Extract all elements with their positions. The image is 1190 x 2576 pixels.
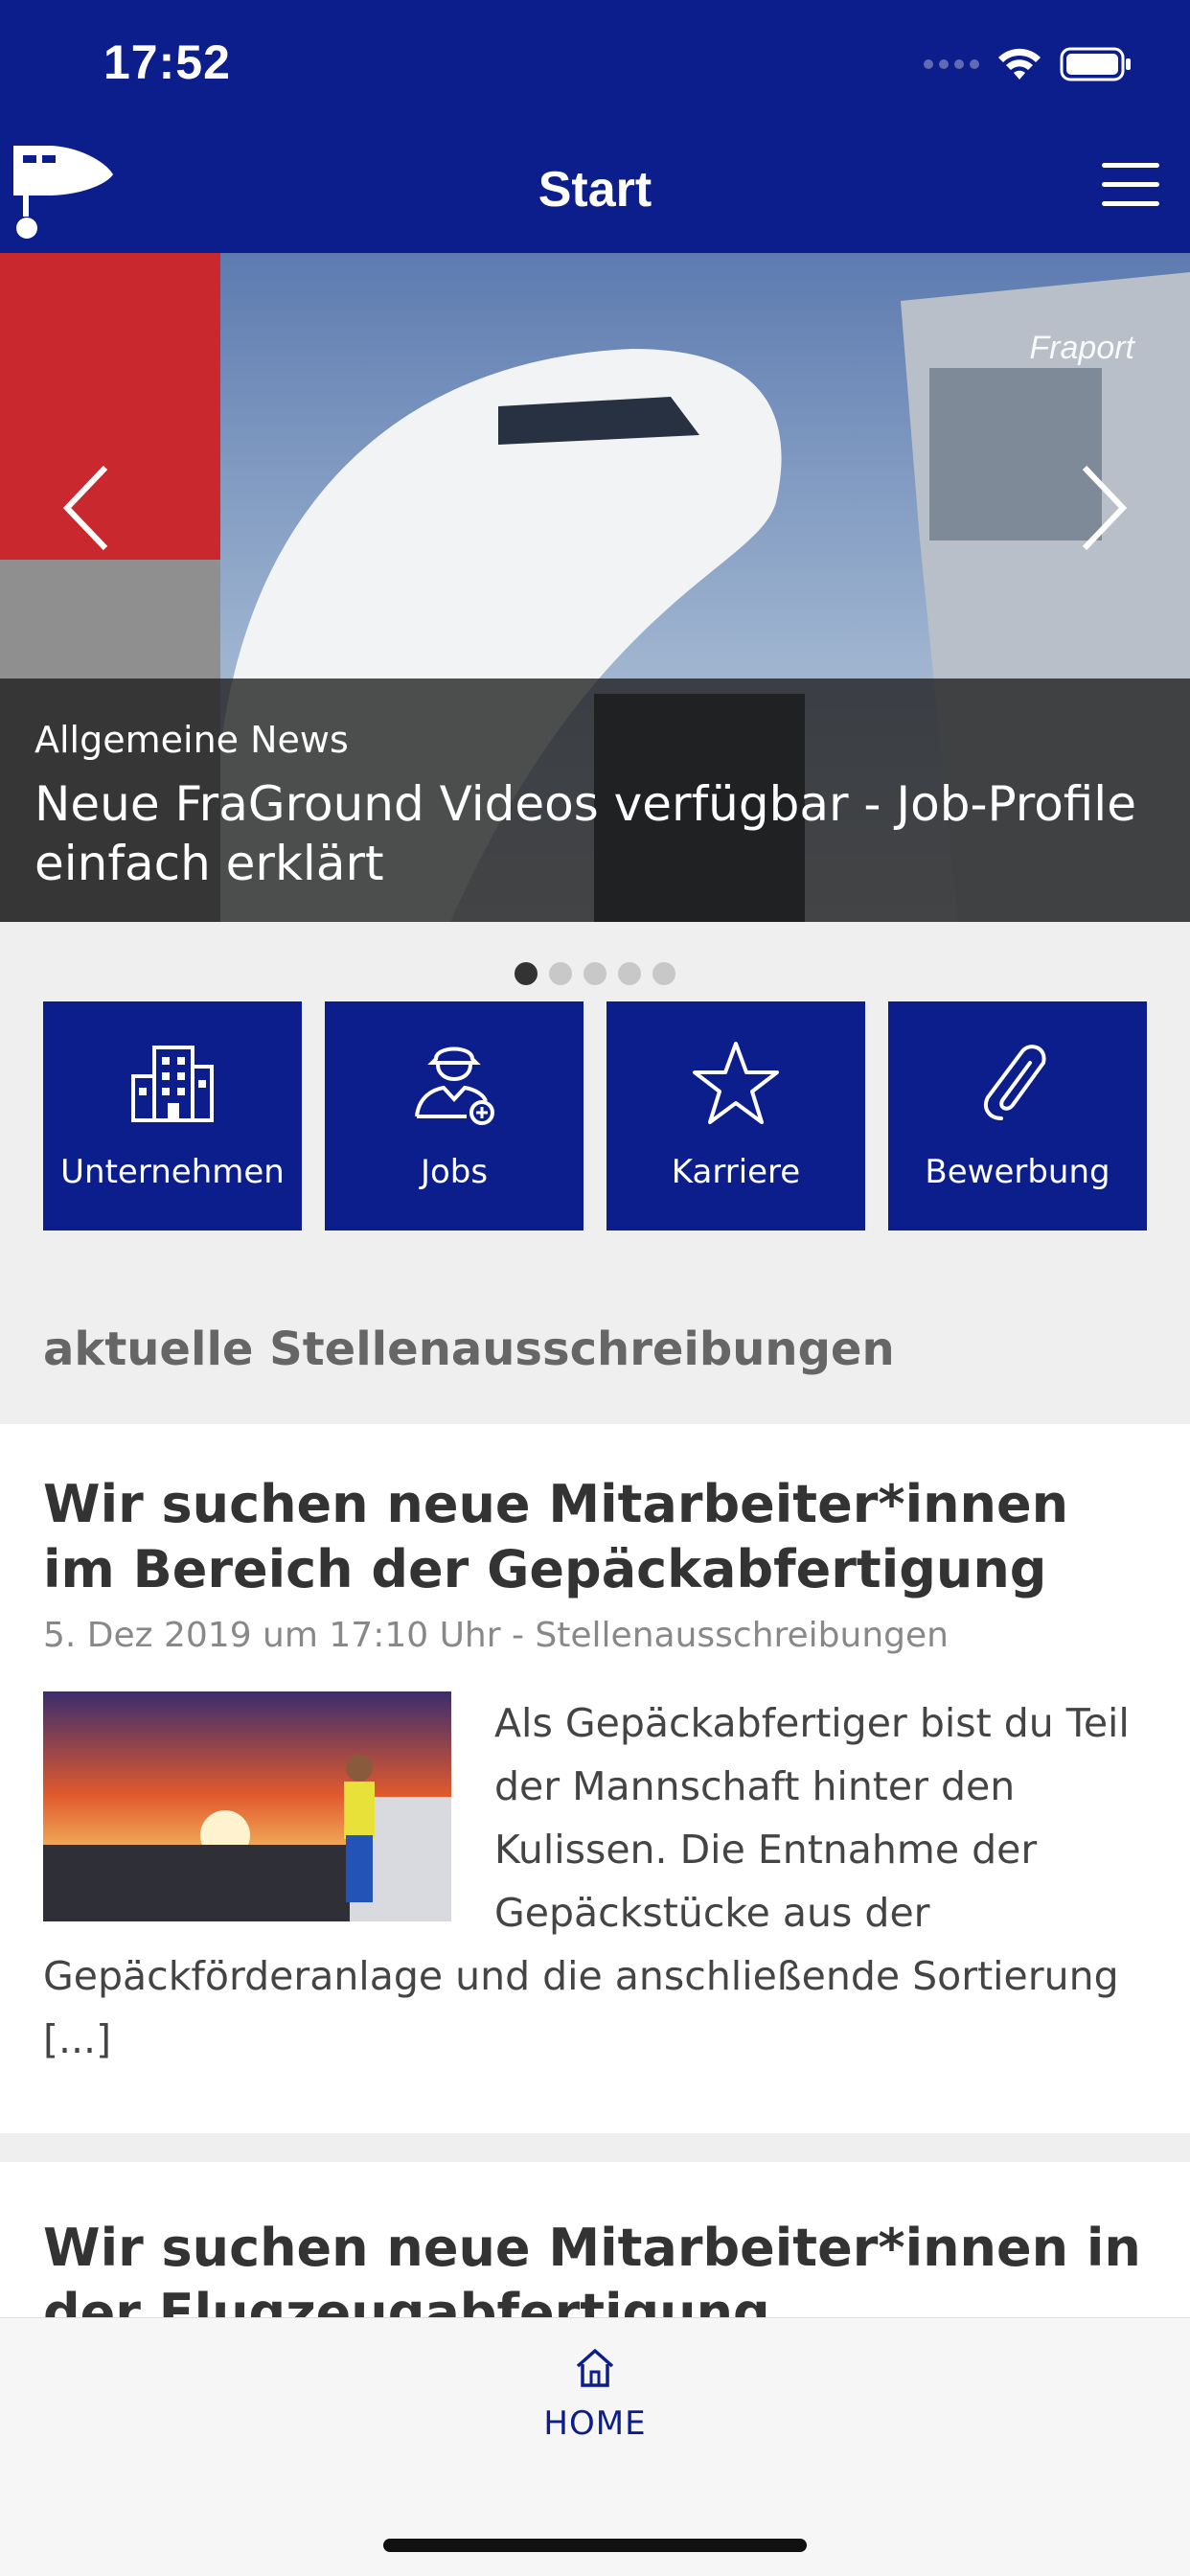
article-meta: 5. Dez 2019 um 17:10 Uhr - Stellenaussch… bbox=[43, 1616, 949, 1655]
article-title[interactable]: Wir suchen neue Mitarbeiter*innen im Ber… bbox=[43, 1472, 1147, 1602]
carousel-prev-button[interactable] bbox=[57, 460, 115, 556]
tile-unternehmen[interactable]: Unternehmen bbox=[43, 1001, 302, 1230]
carousel-next-button[interactable] bbox=[1075, 460, 1133, 556]
tile-bewerbung[interactable]: Bewerbung bbox=[888, 1001, 1147, 1230]
status-indicators bbox=[924, 42, 1133, 86]
building-icon bbox=[131, 1046, 214, 1122]
fraport-watermark: Fraport bbox=[1029, 330, 1134, 366]
status-time: 17:52 bbox=[103, 35, 231, 89]
section-heading: aktuelle Stellenausschreibungen bbox=[43, 1322, 895, 1376]
paperclip-icon bbox=[983, 1045, 1046, 1120]
home-icon bbox=[576, 2349, 614, 2387]
page-title: Start bbox=[538, 162, 652, 218]
tile-jobs[interactable]: Jobs bbox=[325, 1001, 584, 1230]
article-thumbnail[interactable] bbox=[43, 1691, 451, 1921]
battery-icon bbox=[1060, 46, 1133, 82]
tile-label: Unternehmen bbox=[60, 1153, 285, 1191]
carousel-dot[interactable] bbox=[515, 962, 538, 985]
hero-category: Allgemeine News bbox=[34, 719, 349, 761]
tile-karriere[interactable]: Karriere bbox=[606, 1001, 865, 1230]
hero-caption[interactable]: Allgemeine News Neue FraGround Videos ve… bbox=[0, 678, 1190, 922]
carousel-dot[interactable] bbox=[652, 962, 675, 985]
news-carousel[interactable]: Fraport Allgemeine News Neue FraGround V… bbox=[0, 253, 1190, 922]
tile-label: Bewerbung bbox=[925, 1153, 1110, 1191]
carousel-dot[interactable] bbox=[618, 962, 641, 985]
worker-icon bbox=[415, 1046, 494, 1125]
quick-links: Unternehmen Jobs Karriere Bewerbung bbox=[43, 1001, 1147, 1230]
top-bar: 17:52 Start bbox=[0, 0, 1190, 253]
hero-title: Neue FraGround Videos verfügbar - Job-Pr… bbox=[34, 776, 1136, 891]
cellular-signal-icon bbox=[924, 59, 979, 69]
tab-home-label: HOME bbox=[543, 2404, 647, 2443]
carousel-dot[interactable] bbox=[549, 962, 572, 985]
home-indicator[interactable] bbox=[383, 2539, 807, 2552]
wifi-icon bbox=[996, 47, 1042, 81]
bottom-tab-bar: HOME bbox=[0, 2317, 1190, 2576]
tile-label: Jobs bbox=[420, 1153, 489, 1191]
star-icon bbox=[693, 1042, 779, 1124]
carousel-dot[interactable] bbox=[584, 962, 606, 985]
tab-home[interactable]: HOME bbox=[499, 2345, 691, 2443]
article-card[interactable]: Wir suchen neue Mitarbeiter*innen im Ber… bbox=[0, 1424, 1190, 2133]
menu-button[interactable] bbox=[1102, 163, 1159, 209]
tile-label: Karriere bbox=[671, 1153, 801, 1191]
carousel-pagination bbox=[0, 962, 1190, 985]
